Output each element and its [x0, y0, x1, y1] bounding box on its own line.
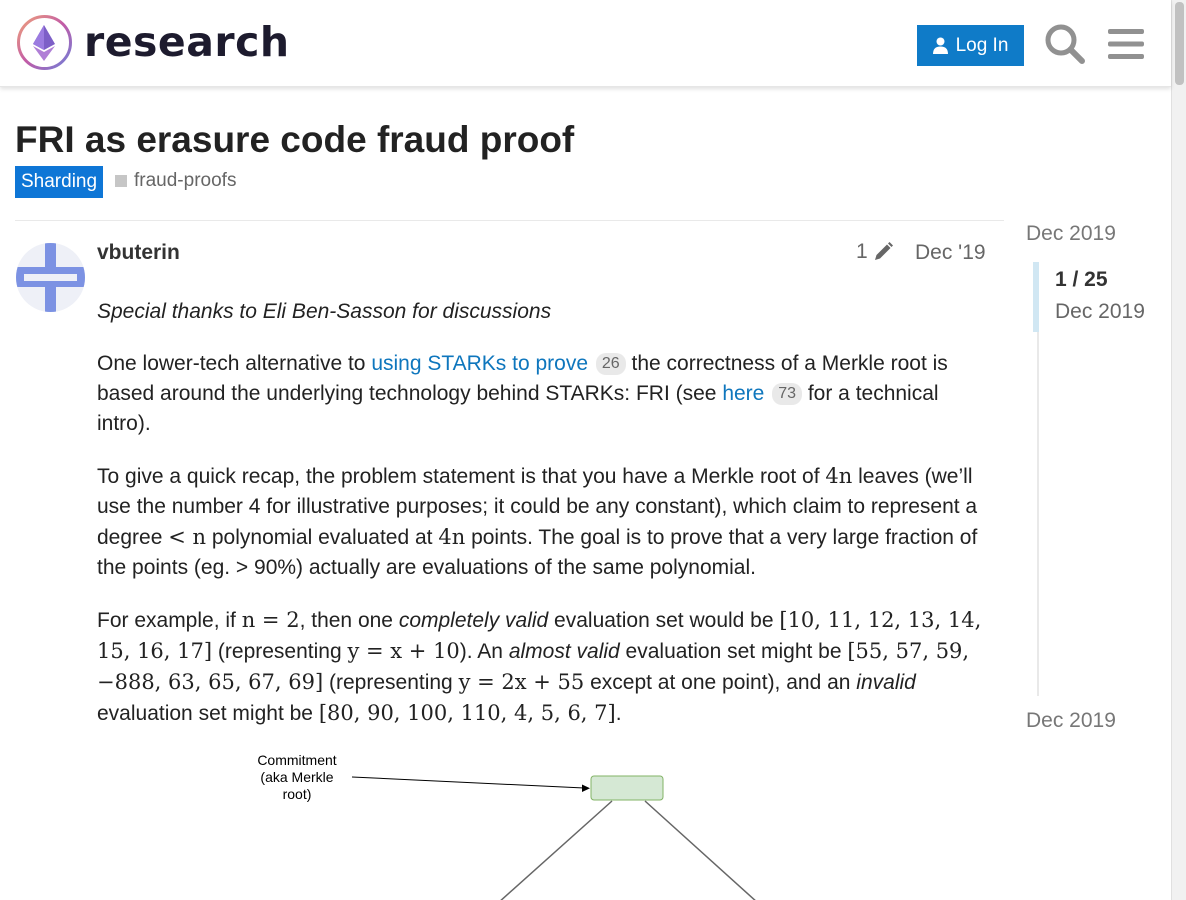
scrollbar-thumb[interactable]	[1175, 2, 1184, 85]
math-expression: n = 2	[241, 608, 300, 632]
site-header: research Log In	[0, 0, 1171, 87]
link-click-count: 73	[772, 383, 802, 405]
p3-text: (representing	[323, 671, 459, 694]
ethereum-research-logo-icon	[17, 15, 72, 70]
timeline-position: 1 / 25	[1055, 268, 1108, 291]
post-date[interactable]: Dec '19	[915, 241, 986, 265]
avatar[interactable]	[16, 243, 85, 312]
merkle-diagram[interactable]: Commitment (aka Merkle root)	[240, 745, 800, 900]
emphasis-text: almost valid	[508, 640, 620, 663]
link-click-count: 26	[595, 353, 626, 375]
site-name: research	[84, 18, 290, 66]
p3-text: For example, if	[97, 609, 242, 632]
math-expression: < n	[168, 525, 207, 549]
topic-title[interactable]: FRI as erasure code fraud proof	[15, 119, 574, 161]
category-badge[interactable]: Sharding	[15, 166, 104, 198]
pencil-icon	[874, 242, 893, 260]
p3-text: (representing	[212, 640, 348, 663]
p3-text: ). An	[459, 640, 509, 663]
post-body: Special thanks to Eli Ben-Sasson for dis…	[97, 297, 992, 751]
timeline-end-date[interactable]: Dec 2019	[1026, 709, 1116, 733]
emphasis-text: completely valid	[398, 609, 549, 632]
diagram-arrowhead	[582, 784, 590, 792]
p3-text: evaluation set might be	[619, 640, 848, 663]
emphasis-text: invalid	[856, 671, 916, 694]
p1-text: One lower-tech alternative to	[97, 352, 372, 375]
p3-text: .	[615, 702, 622, 725]
link-here[interactable]: here	[722, 382, 764, 405]
avatar-pattern-icon	[16, 243, 85, 312]
math-expression: 4n	[438, 525, 466, 549]
tag-label: fraud-proofs	[134, 170, 237, 191]
diagram-arrow	[351, 776, 585, 789]
p2-text: To give a quick recap, the problem state…	[97, 465, 826, 488]
post-intro: Special thanks to Eli Ben-Sasson for dis…	[97, 297, 992, 327]
user-icon	[932, 37, 948, 54]
diagram-label-line-3: root)	[283, 786, 312, 802]
math-expression: y = 2x + 55	[458, 670, 585, 694]
timeline-handle[interactable]	[1033, 262, 1039, 332]
post-paragraph-2: To give a quick recap, the problem state…	[97, 461, 992, 583]
edit-count: 1	[856, 240, 868, 263]
link-using-starks[interactable]: using STARKs to prove	[371, 352, 588, 375]
intro-text: Special thanks to Eli Ben-Sasson for dis…	[97, 300, 552, 323]
page-scrollbar[interactable]	[1171, 0, 1186, 900]
post-username[interactable]: vbuterin	[97, 241, 180, 265]
diagram-branch-left	[500, 800, 613, 900]
site-logo[interactable]: research	[16, 14, 290, 71]
hamburger-menu-icon[interactable]	[1104, 22, 1148, 66]
p3-text: except at one point), and an	[584, 671, 857, 694]
p3-text: , then one	[299, 609, 399, 632]
math-expression: [80, 90, 100, 110, 4, 5, 6, 7]	[318, 701, 616, 725]
p3-text: evaluation set might be	[97, 702, 319, 725]
edit-history-button[interactable]: 1	[856, 240, 894, 264]
diagram-label-line-2: (aka Merkle	[260, 769, 333, 785]
timeline-position-date: Dec 2019	[1055, 300, 1145, 323]
timeline-start-date[interactable]: Dec 2019	[1026, 222, 1116, 246]
login-label: Log In	[955, 34, 1009, 56]
post-paragraph-1: One lower-tech alternative to using STAR…	[97, 349, 992, 439]
p2-text: polynomial evaluated at	[206, 526, 439, 549]
search-icon[interactable]	[1043, 22, 1087, 66]
topic-divider	[15, 220, 1004, 221]
diagram-label-line-1: Commitment	[257, 752, 336, 768]
tag-fraud-proofs[interactable]: fraud-proofs	[115, 167, 236, 195]
post-paragraph-3: For example, if n = 2, then one complete…	[97, 605, 992, 729]
p3-text: evaluation set would be	[548, 609, 780, 632]
diagram-branch-right	[644, 800, 756, 900]
login-button[interactable]: Log In	[917, 25, 1024, 66]
math-expression: 4n	[825, 464, 853, 488]
diagram-root-node	[590, 775, 664, 801]
math-expression: y = x + 10	[347, 639, 460, 663]
tag-square-icon	[115, 175, 127, 187]
